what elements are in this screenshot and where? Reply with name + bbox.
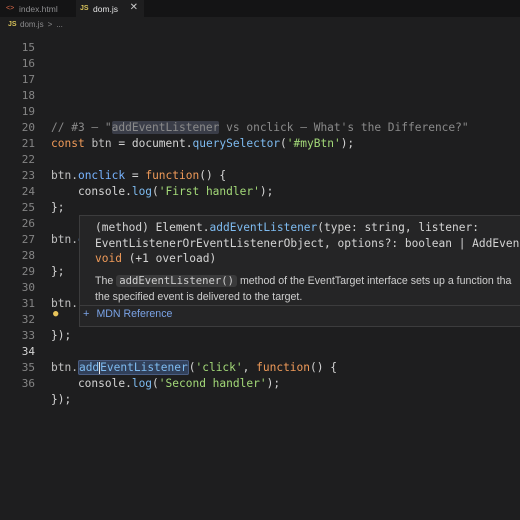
method-description: The addEventListener() method of the Eve… bbox=[95, 275, 512, 303]
code-line: 24 }; bbox=[0, 168, 520, 214]
code-line-active: 34 btn.addEventListener('click', functio… bbox=[0, 328, 520, 375]
code-line: 17 bbox=[0, 56, 520, 86]
code-line: 18 bbox=[0, 72, 520, 102]
plus-icon: + bbox=[83, 308, 90, 320]
mdn-reference-link[interactable]: + MDN Reference bbox=[80, 308, 172, 320]
tab-bar: <> index.html JS dom.js ✕ bbox=[0, 0, 520, 17]
code-line: 16 bbox=[0, 40, 520, 70]
hover-tooltip: (method) Element.addEventListener(type: … bbox=[79, 215, 520, 327]
close-icon[interactable]: ✕ bbox=[130, 2, 138, 13]
code-line: 23 console.log('First handler'); bbox=[0, 152, 520, 198]
code-line: 22 btn.onclick = function() { bbox=[0, 136, 520, 182]
inline-code: addEventListener() bbox=[116, 275, 238, 287]
code-text: }); bbox=[51, 393, 72, 406]
tab-label: index.html bbox=[19, 3, 58, 14]
tab-index-html[interactable]: <> index.html bbox=[0, 0, 70, 17]
code-line: 20 const btn = document.querySelector('#… bbox=[0, 104, 520, 150]
tab-dom-js[interactable]: JS dom.js ✕ bbox=[76, 0, 144, 17]
code-line: 35 console.log('Second handler'); bbox=[0, 344, 520, 390]
tab-label: dom.js bbox=[93, 3, 119, 14]
mdn-reference-label[interactable]: MDN Reference bbox=[96, 308, 172, 320]
line-number: 36 bbox=[21, 377, 35, 390]
js-file-icon: JS bbox=[80, 4, 89, 12]
code-line: 26 btn.onclick = function() { bbox=[0, 200, 520, 246]
divider bbox=[80, 305, 520, 306]
code-line: 19 // #3 – "addEventListener vs onclick … bbox=[0, 88, 520, 134]
code-line: 36 }); bbox=[0, 360, 520, 406]
code-text: console.log('Second handler'); bbox=[51, 377, 281, 390]
method-signature: (method) Element.addEventListener(type: … bbox=[95, 221, 520, 265]
code-line: 21 bbox=[0, 120, 520, 150]
code-line: 25 bbox=[0, 184, 520, 214]
lightbulb-icon[interactable]: ● bbox=[53, 309, 58, 319]
html-file-icon: <> bbox=[6, 4, 15, 12]
code-line: 15 bbox=[0, 24, 520, 54]
